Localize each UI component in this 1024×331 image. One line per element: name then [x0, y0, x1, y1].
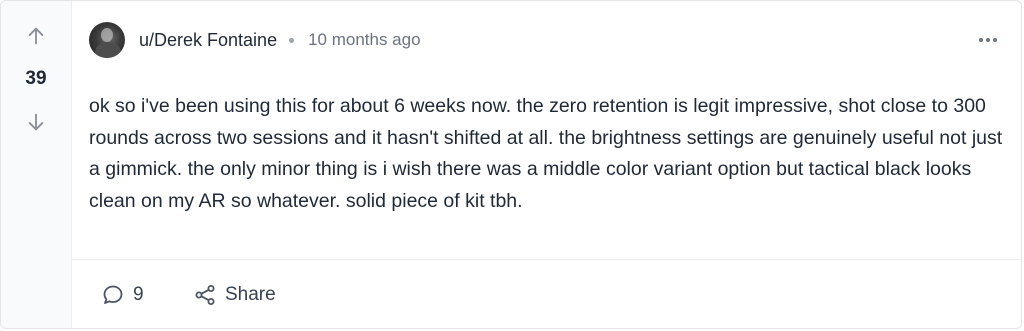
comment-card: 39 u/Derek Fontaine 10 months ago ok so …: [0, 0, 1022, 329]
comment-content: u/Derek Fontaine 10 months ago ok so i'v…: [71, 1, 1021, 328]
arrow-up-icon: [28, 27, 44, 45]
comment-footer: 9 Share: [71, 259, 1021, 328]
more-options-icon: [979, 38, 983, 42]
comments-button[interactable]: 9: [101, 280, 144, 310]
comments-count: 9: [133, 284, 144, 305]
vote-column: 39: [1, 1, 72, 328]
share-icon: [195, 285, 215, 305]
arrow-down-icon: [28, 113, 44, 131]
more-options-icon: [993, 38, 997, 42]
separator-dot: [289, 37, 295, 43]
author-username[interactable]: u/Derek Fontaine: [139, 30, 277, 51]
avatar[interactable]: [89, 22, 125, 58]
more-options-button[interactable]: [975, 32, 1001, 48]
comment-bubble-icon: [103, 285, 123, 304]
upvote-button[interactable]: [21, 21, 51, 51]
share-label: Share: [225, 284, 276, 305]
comment-body: ok so i've been using this for about 6 w…: [89, 95, 1003, 212]
more-options-icon: [986, 38, 990, 42]
avatar-shoulders: [95, 42, 121, 58]
avatar-face: [101, 28, 113, 42]
timestamp: 10 months ago: [308, 30, 421, 49]
vote-count: 39: [25, 68, 47, 89]
share-button[interactable]: Share: [193, 280, 276, 310]
comment-header: u/Derek Fontaine 10 months ago: [89, 21, 1001, 59]
downvote-button[interactable]: [21, 107, 51, 137]
